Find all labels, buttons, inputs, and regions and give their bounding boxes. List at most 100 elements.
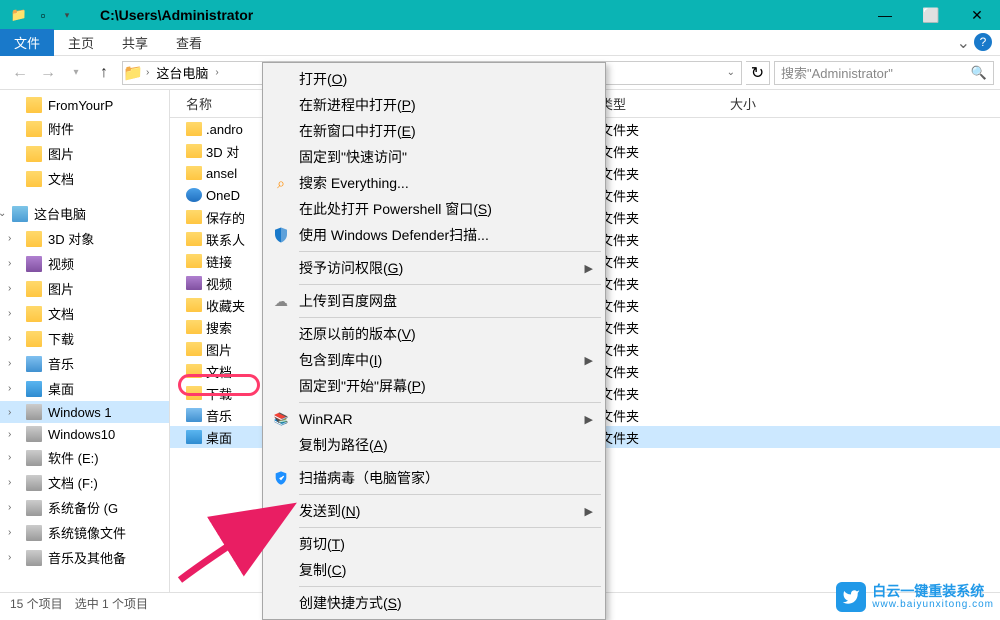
nav-item[interactable]: ›系统备份 (G	[0, 495, 169, 520]
context-menu: 打开(O)在新进程中打开(P)在新窗口中打开(E)固定到"快速访问"⌕搜索 Ev…	[262, 62, 606, 620]
nav-label: 音乐及其他备	[48, 548, 126, 567]
folder-icon	[186, 144, 202, 158]
nav-item[interactable]: ›软件 (E:)	[0, 445, 169, 470]
menu-item[interactable]: 发送到(N)▶	[265, 498, 603, 524]
chevron-right-icon[interactable]: ›	[212, 67, 221, 78]
qat-icon[interactable]: ▫	[32, 4, 54, 26]
search-icon[interactable]: 🔍	[971, 65, 987, 81]
menu-item[interactable]: 使用 Windows Defender扫描...	[265, 222, 603, 248]
menu-item[interactable]: 在新窗口中打开(E)	[265, 118, 603, 144]
tab-file[interactable]: 文件	[0, 29, 54, 56]
file-name: 视频	[206, 274, 232, 293]
menu-item[interactable]: ☁上传到百度网盘	[265, 288, 603, 314]
minimize-button[interactable]: —	[862, 0, 908, 30]
nav-item[interactable]: › 音乐及其他备	[0, 545, 169, 570]
menu-item[interactable]: 授予访问权限(G)▶	[265, 255, 603, 281]
antivirus-icon	[271, 468, 291, 488]
chevron-right-icon[interactable]: ›	[8, 407, 11, 418]
close-button[interactable]: ✕	[954, 0, 1000, 30]
chevron-down-icon[interactable]: ⌄	[0, 208, 6, 219]
chevron-right-icon[interactable]: ›	[8, 552, 11, 563]
chevron-right-icon[interactable]: ›	[8, 283, 11, 294]
disk-icon	[26, 500, 42, 516]
nav-item[interactable]: FromYourP	[0, 94, 169, 116]
chevron-right-icon[interactable]: ›	[8, 429, 11, 440]
menu-item[interactable]: 固定到"快速访问"	[265, 144, 603, 170]
file-name: 文档	[206, 362, 232, 381]
chevron-right-icon[interactable]: ›	[8, 452, 11, 463]
nav-item[interactable]: ›文档 (F:)	[0, 470, 169, 495]
chevron-right-icon[interactable]: ›	[8, 383, 11, 394]
nav-item[interactable]: › 音乐	[0, 351, 169, 376]
menu-item[interactable]: 打开(O)	[265, 66, 603, 92]
column-size[interactable]: 大小	[730, 94, 810, 113]
menu-separator	[299, 402, 601, 403]
chevron-right-icon[interactable]: ›	[8, 308, 11, 319]
qat-dropdown-icon[interactable]: ▾	[56, 4, 78, 26]
nav-item[interactable]: ›Windows 1	[0, 401, 169, 423]
maximize-button[interactable]: ⬜	[908, 0, 954, 30]
submenu-arrow-icon: ▶	[585, 354, 593, 367]
file-type: 文件夹	[600, 362, 730, 381]
item-count: 15 个项目	[10, 595, 63, 612]
chevron-right-icon[interactable]: ›	[8, 477, 11, 488]
menu-item[interactable]: 复制为路径(A)	[265, 432, 603, 458]
breadcrumb-segment[interactable]: 这台电脑	[152, 63, 212, 82]
nav-item[interactable]: ›桌面	[0, 376, 169, 401]
nav-item[interactable]: ›3D 对象	[0, 226, 169, 251]
up-button[interactable]: ↑	[90, 59, 118, 87]
folder-icon	[26, 231, 42, 247]
menu-item-label: 使用 Windows Defender扫描...	[299, 225, 489, 245]
nav-label: 音乐	[48, 354, 74, 373]
menu-item[interactable]: 在此处打开 Powershell 窗口(S)	[265, 196, 603, 222]
nav-item[interactable]: 图片	[0, 141, 169, 166]
menu-item[interactable]: 创建快捷方式(S)	[265, 590, 603, 616]
menu-item-label: 创建快捷方式(S)	[299, 593, 402, 613]
address-dropdown-icon[interactable]: ⌄	[727, 67, 741, 78]
ribbon-tabs: 文件 主页 共享 查看 ⌄ ?	[0, 30, 1000, 56]
menu-item[interactable]: 固定到"开始"屏幕(P)	[265, 373, 603, 399]
menu-item[interactable]: 还原以前的版本(V)	[265, 321, 603, 347]
search-input[interactable]: 搜索"Administrator" 🔍	[774, 61, 994, 85]
chevron-right-icon[interactable]: ›	[8, 358, 11, 369]
tab-home[interactable]: 主页	[54, 29, 108, 56]
menu-separator	[299, 586, 601, 587]
menu-item[interactable]: ⌕搜索 Everything...	[265, 170, 603, 196]
chevron-right-icon[interactable]: ›	[8, 527, 11, 538]
tab-view[interactable]: 查看	[162, 29, 216, 56]
nav-item[interactable]: ›系统镜像文件	[0, 520, 169, 545]
chevron-right-icon[interactable]: ›	[8, 233, 11, 244]
nav-item[interactable]: ›图片	[0, 276, 169, 301]
menu-item[interactable]: 在新进程中打开(P)	[265, 92, 603, 118]
back-button[interactable]: ←	[6, 59, 34, 87]
chevron-right-icon[interactable]: ›	[8, 502, 11, 513]
submenu-arrow-icon: ▶	[585, 505, 593, 518]
menu-item[interactable]: 剪切(T)	[265, 531, 603, 557]
chevron-right-icon[interactable]: ›	[8, 258, 11, 269]
file-name: 图片	[206, 340, 232, 359]
menu-item[interactable]: 包含到库中(I)▶	[265, 347, 603, 373]
chevron-right-icon[interactable]: ›	[143, 67, 152, 78]
help-icon[interactable]: ?	[974, 33, 992, 51]
nav-this-pc[interactable]: ⌄ 这台电脑	[0, 201, 169, 226]
nav-label: Windows10	[48, 427, 115, 442]
menu-item-label: 复制为路径(A)	[299, 435, 388, 455]
menu-item[interactable]: 📚WinRAR▶	[265, 406, 603, 432]
chevron-right-icon[interactable]: ›	[8, 333, 11, 344]
navigation-pane[interactable]: FromYourP附件图片文档 ⌄ 这台电脑 ›3D 对象›视频›图片›文档›下…	[0, 90, 170, 592]
menu-item[interactable]: 扫描病毒（电脑管家）	[265, 465, 603, 491]
tab-share[interactable]: 共享	[108, 29, 162, 56]
column-type[interactable]: 类型	[600, 94, 730, 113]
nav-item[interactable]: 文档	[0, 166, 169, 191]
nav-item[interactable]: › 文档	[0, 301, 169, 326]
nav-item[interactable]: › Windows10	[0, 423, 169, 445]
nav-item[interactable]: ›视频	[0, 251, 169, 276]
nav-item[interactable]: ›下载	[0, 326, 169, 351]
nav-label: 文档	[48, 304, 74, 323]
recent-dropdown-icon[interactable]: ▾	[62, 59, 90, 87]
forward-button[interactable]: →	[34, 59, 62, 87]
refresh-button[interactable]: ↻	[746, 61, 770, 85]
nav-item[interactable]: 附件	[0, 116, 169, 141]
expand-ribbon-icon[interactable]: ⌄	[957, 33, 970, 53]
menu-item[interactable]: 复制(C)	[265, 557, 603, 583]
